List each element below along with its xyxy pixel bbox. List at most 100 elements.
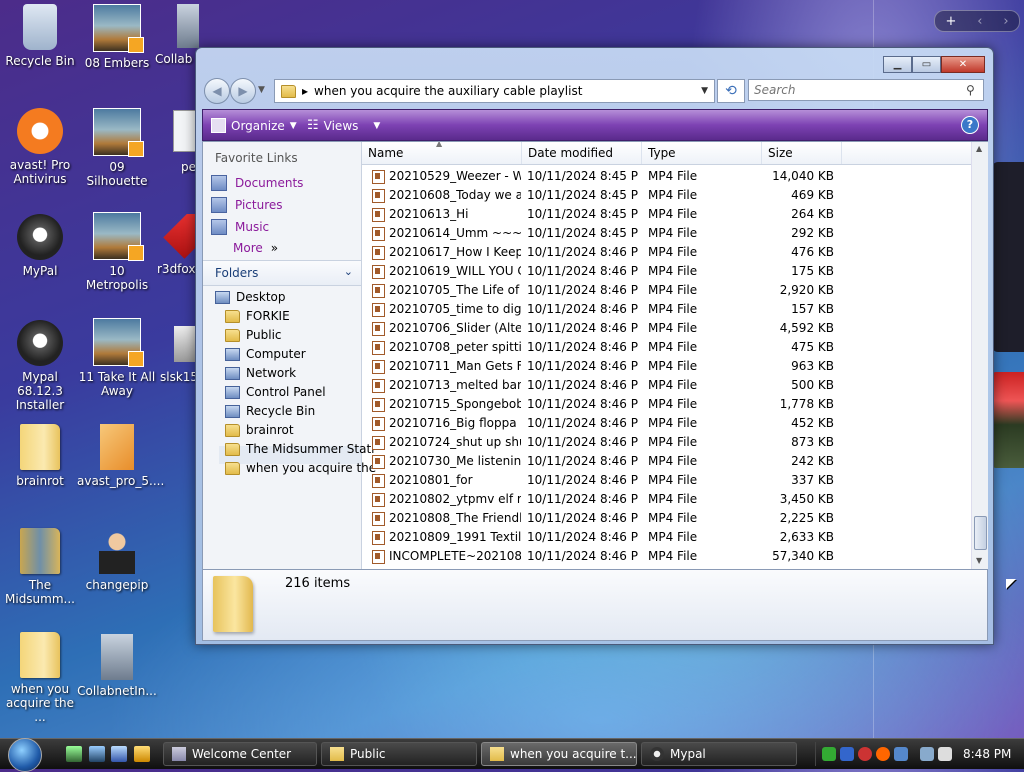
tray-app-icon[interactable]	[822, 747, 836, 761]
desktop-icon-pe[interactable]: pe	[165, 110, 195, 174]
back-button[interactable]: ◀	[204, 78, 230, 104]
tree-item-the-midsummer[interactable]: The Midsummer Stati	[225, 442, 375, 456]
desktop-icon-mypal-installer[interactable]: Mypal 68.12.3 Installer	[0, 320, 80, 412]
desktop-icon-when-you-acquire[interactable]: when you acquire the ...	[0, 632, 80, 724]
table-row[interactable]: 20210619_WILL YOU C... 10/11/2024 8:46 PM…	[362, 262, 971, 281]
desktop-icon-collabnet-installer[interactable]: CollabnetIn...	[77, 634, 157, 698]
switch-windows-icon[interactable]	[66, 746, 82, 762]
recent-pages-dropdown-icon[interactable]: ▼	[258, 85, 265, 95]
table-row[interactable]: 20210716_Big floppa p... 10/11/2024 8:46 …	[362, 414, 971, 433]
desktop-icon-collab[interactable]: Collab	[155, 4, 199, 66]
tree-item-brainrot[interactable]: brainrot	[225, 423, 294, 437]
table-row[interactable]: 20210724_shut up shut... 10/11/2024 8:46 …	[362, 433, 971, 452]
desktop-icon-09-silhouette[interactable]: 09 Silhouette	[77, 108, 157, 188]
favorite-link-documents[interactable]: Documents	[211, 175, 303, 191]
favorite-link-pictures[interactable]: Pictures	[211, 197, 283, 213]
tree-item-computer[interactable]: Computer	[225, 347, 306, 361]
desktop-icon-changepip[interactable]: changepip	[77, 528, 157, 592]
organize-button[interactable]: Organize ▼	[211, 118, 297, 133]
column-header-date[interactable]: Date modified	[522, 142, 642, 164]
table-row[interactable]: INCOMPLETE~202108... 10/11/2024 8:46 PM MP…	[362, 547, 971, 566]
volume-muted-icon[interactable]	[938, 747, 952, 761]
tree-item-forkie[interactable]: FORKIE	[225, 309, 290, 323]
favorite-link-music[interactable]: Music	[211, 219, 269, 235]
tree-item-recycle-bin[interactable]: Recycle Bin	[225, 404, 315, 418]
previous-gadget-button[interactable]: ‹	[977, 14, 982, 29]
tree-item-control-panel[interactable]: Control Panel	[225, 385, 326, 399]
table-row[interactable]: 20210529_Weezer - Wh... 10/11/2024 8:45 P…	[362, 167, 971, 186]
explorer-window[interactable]: ▁ ▭ ✕ ◀ ▶ ▼ ▸ when you acquire the auxil…	[195, 47, 994, 645]
table-row[interactable]: 20210608_Today we as... 10/11/2024 8:45 P…	[362, 186, 971, 205]
table-row[interactable]: 20210614_Umm ~~~ ... 10/11/2024 8:45 PM MP…	[362, 224, 971, 243]
tray-app-icon[interactable]	[840, 747, 854, 761]
desktop-icon-slsk[interactable]: slsk157	[160, 326, 196, 384]
address-dropdown-icon[interactable]: ▼	[701, 86, 708, 96]
table-row[interactable]: 20210808_The Friendly ... 10/11/2024 8:46…	[362, 509, 971, 528]
clock[interactable]: 8:48 PM	[963, 747, 1011, 761]
desktop-icon-08-embers[interactable]: 08 Embers	[77, 4, 157, 70]
next-gadget-button[interactable]: ›	[1003, 14, 1008, 29]
breadcrumb-separator[interactable]: ▸	[302, 84, 308, 98]
desktop-icon-mypal[interactable]: MyPal	[0, 214, 80, 278]
table-row[interactable]: 20210809_1991 Textile ... 10/11/2024 8:46…	[362, 528, 971, 547]
views-button[interactable]: ☷ Views ▼	[307, 118, 380, 133]
taskbar-button-public[interactable]: Public	[321, 742, 477, 766]
address-bar[interactable]: ▸ when you acquire the auxiliary cable p…	[274, 79, 715, 103]
avast-tray-icon[interactable]	[876, 747, 890, 761]
table-row[interactable]: 20210705_time to dig, ... 10/11/2024 8:46…	[362, 300, 971, 319]
column-header-type[interactable]: Type	[642, 142, 762, 164]
table-row[interactable]: 20210711_Man Gets Fla... 10/11/2024 8:46 …	[362, 357, 971, 376]
table-row[interactable]: 20210802_ytpmv elf re... 10/11/2024 8:46 …	[362, 490, 971, 509]
close-button[interactable]: ✕	[941, 56, 985, 73]
breadcrumb-current[interactable]: when you acquire the auxiliary cable pla…	[314, 84, 582, 98]
desktop-icon-r3dfox[interactable]: r3dfox-	[157, 214, 197, 276]
media-player-icon[interactable]	[134, 746, 150, 762]
table-row[interactable]: 20210613_Hi 10/11/2024 8:45 PM MP4 File 264…	[362, 205, 971, 224]
refresh-button[interactable]: ⟲	[717, 79, 745, 103]
tray-app-icon[interactable]	[894, 747, 908, 761]
desktop-icon-brainrot[interactable]: brainrot	[0, 424, 80, 488]
table-row[interactable]: 20210706_Slider (Altern... 10/11/2024 8:4…	[362, 319, 971, 338]
table-row[interactable]: 20210705_The Life of Fl... 10/11/2024 8:4…	[362, 281, 971, 300]
start-button[interactable]	[8, 738, 42, 772]
taskbar-button-welcome-center[interactable]: Welcome Center	[163, 742, 317, 766]
vertical-scrollbar[interactable]: ▲ ▼	[971, 142, 988, 569]
minimize-button[interactable]: ▁	[883, 56, 912, 73]
tray-app-icon[interactable]	[858, 747, 872, 761]
help-button[interactable]: ?	[961, 116, 979, 134]
tree-item-desktop[interactable]: Desktop	[215, 290, 286, 304]
table-row[interactable]: 20210708_peter spittin ... 10/11/2024 8:4…	[362, 338, 971, 357]
desktop-icon-the-midsummer[interactable]: The Midsumm...	[0, 528, 80, 606]
folders-header[interactable]: Folders ⌄	[203, 260, 361, 286]
table-row[interactable]: 20210715_Spongebob, ... 10/11/2024 8:46 P…	[362, 395, 971, 414]
add-gadget-button[interactable]: +	[945, 14, 956, 29]
table-row[interactable]: 20210730_Me listening ... 10/11/2024 8:46…	[362, 452, 971, 471]
gadget-panel[interactable]	[992, 162, 1024, 352]
tree-item-public[interactable]: Public	[225, 328, 282, 342]
scrollbar-thumb[interactable]	[974, 516, 987, 550]
slideshow-gadget[interactable]	[992, 372, 1024, 468]
search-icon[interactable]: ⚲	[966, 83, 975, 97]
tree-item-network[interactable]: Network	[225, 366, 296, 380]
tree-item-when-you-acquire[interactable]: when you acquire the	[225, 461, 376, 475]
scroll-up-icon[interactable]: ▲	[976, 144, 982, 153]
desktop-icon-11-take-it-all-away[interactable]: 11 Take It All Away	[77, 318, 157, 398]
search-input[interactable]	[748, 79, 984, 101]
table-row[interactable]: 20210801_for 10/11/2024 8:46 PM MP4 File 33…	[362, 471, 971, 490]
favorite-link-more[interactable]: More »	[233, 241, 278, 255]
column-header-name[interactable]: Name ▲	[362, 142, 522, 164]
quick-launch-app-icon[interactable]	[111, 746, 127, 762]
desktop-icon-avast[interactable]: avast! Pro Antivirus	[0, 108, 80, 186]
collapse-chevron-icon[interactable]: ⌄	[344, 265, 353, 278]
taskbar-button-mypal[interactable]: Mypal	[641, 742, 797, 766]
desktop-icon-10-metropolis[interactable]: 10 Metropolis	[77, 212, 157, 292]
table-row[interactable]: 20210713_melted bana... 10/11/2024 8:46 P…	[362, 376, 971, 395]
column-header-size[interactable]: Size	[762, 142, 842, 164]
taskbar-button-when-you-acquire[interactable]: when you acquire t...	[481, 742, 637, 766]
scroll-down-icon[interactable]: ▼	[976, 556, 982, 565]
network-tray-icon[interactable]	[920, 747, 934, 761]
desktop-icon-recycle-bin[interactable]: Recycle Bin	[0, 4, 80, 68]
desktop-icon-avast-pro-installer[interactable]: avast_pro_5....	[77, 424, 164, 488]
maximize-button[interactable]: ▭	[912, 56, 941, 73]
forward-button[interactable]: ▶	[230, 78, 256, 104]
